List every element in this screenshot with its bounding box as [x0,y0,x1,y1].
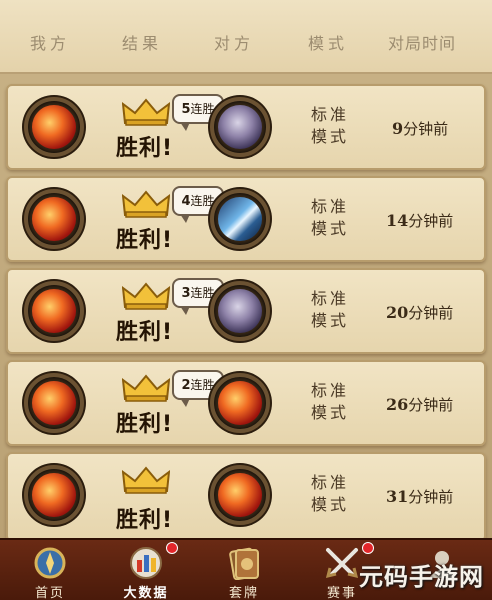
match-time: 14分钟前 [386,210,453,231]
time-number: 14 [386,211,409,230]
crown-icon [122,374,170,402]
streak-count: 3 [181,286,191,301]
match-time: 31分钟前 [386,486,453,507]
tab-decks[interactable]: 套牌 [198,540,290,600]
streak-count: 2 [181,378,191,393]
victory-label: 胜利! [116,508,174,533]
crossed-swords-icon [325,548,359,579]
tab-big-data[interactable]: 大数据 [100,540,192,600]
mode-line-2: 模式 [310,311,349,330]
crown-icon [122,190,170,218]
mode-line-2: 模式 [310,403,349,422]
mage-hero-icon [24,281,84,341]
mage-hero-icon [24,373,84,433]
mode-line-1: 标准 [310,289,349,308]
match-row[interactable]: 胜利! 3连胜 标准 模式 20分钟前 [6,268,486,354]
victory-label: 胜利! [116,320,174,345]
mode-label: 标准 模式 [300,104,360,148]
match-time: 20分钟前 [386,302,453,323]
mode-label: 标准 模式 [300,288,360,332]
match-row[interactable]: 胜利! 5连胜 标准 模式 9分钟前 [6,84,486,170]
streak-text: 连胜 [190,286,215,300]
time-number: 9 [392,119,404,138]
streak-text: 连胜 [190,378,215,392]
time-number: 31 [386,487,409,506]
header-mode: 模式 [308,34,349,53]
victory-label: 胜利! [116,136,174,161]
mode-label: 标准 模式 [300,196,360,240]
mode-label: 标准 模式 [300,380,360,424]
time-unit: 分钟前 [408,488,454,506]
streak-text: 连胜 [190,102,215,116]
stats-icon [130,547,162,579]
match-row[interactable]: 胜利! 2连胜 标准 模式 26分钟前 [6,360,486,446]
mode-line-1: 标准 [310,197,349,216]
mode-label: 标准 模式 [300,472,360,516]
header-match-time: 对局时间 [388,34,457,53]
tab-decks-label: 套牌 [228,586,259,600]
time-number: 20 [386,303,409,322]
mode-line-1: 标准 [310,105,349,124]
mode-line-2: 模式 [310,219,349,238]
mage-hero-icon [24,97,84,157]
streak-count: 4 [181,194,191,209]
match-time: 9分钟前 [392,118,448,139]
tab-home-label: 首页 [34,586,65,600]
tab-big-data-badge [166,542,178,554]
header-result: 结果 [122,34,163,53]
priest-hero-icon [210,281,270,341]
mode-line-2: 模式 [310,127,349,146]
time-unit: 分钟前 [408,396,454,414]
home-icon [34,547,66,579]
crown-icon [122,98,170,126]
crown-icon [122,466,170,494]
warrior-hero-icon [210,189,270,249]
match-history-screen: 我方 结果 对方 模式 对局时间 胜利! 5连胜 标准 模式 9分钟前 胜利! … [0,0,492,600]
tab-home[interactable]: 首页 [4,540,96,600]
tab-big-data-label: 大数据 [123,586,169,600]
match-row[interactable]: 胜利! 标准 模式 31分钟前 [6,452,486,538]
time-unit: 分钟前 [408,212,454,230]
mage-hero-icon [24,189,84,249]
mode-line-1: 标准 [310,381,349,400]
crown-icon [122,282,170,310]
victory-label: 胜利! [116,412,174,437]
victory-label: 胜利! [116,228,174,253]
mode-line-1: 标准 [310,473,349,492]
header-opponent: 对方 [214,34,255,53]
match-time: 26分钟前 [386,394,453,415]
mage-hero-icon [210,373,270,433]
priest-hero-icon [210,97,270,157]
mage-hero-icon [24,465,84,525]
table-header: 我方 结果 对方 模式 对局时间 [0,0,492,74]
tab-events-badge [362,542,374,554]
header-my-side: 我方 [30,34,71,53]
time-unit: 分钟前 [403,120,449,138]
streak-text: 连胜 [190,194,215,208]
time-number: 26 [386,395,409,414]
mode-line-2: 模式 [310,495,349,514]
time-unit: 分钟前 [408,304,454,322]
watermark: 元码手游网 [359,563,484,591]
mage-hero-icon [210,465,270,525]
streak-count: 5 [181,102,191,117]
match-list: 胜利! 5连胜 标准 模式 9分钟前 胜利! 4连胜 标准 模式 14分钟前 胜… [0,74,492,538]
deck-icon [229,547,259,580]
match-row[interactable]: 胜利! 4连胜 标准 模式 14分钟前 [6,176,486,262]
